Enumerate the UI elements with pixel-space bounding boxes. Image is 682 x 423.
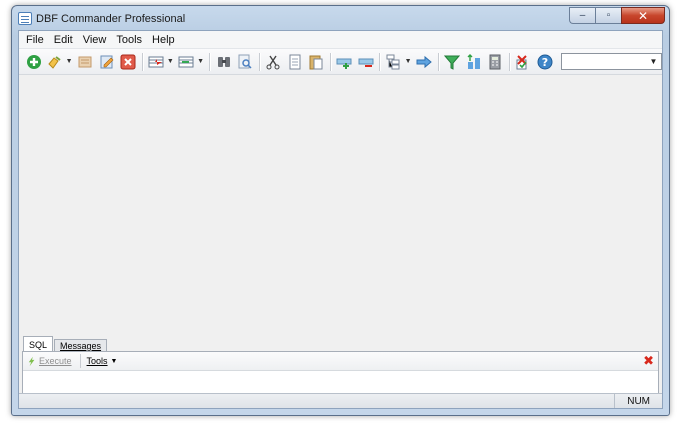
- structure-dropdown-arrow-icon[interactable]: ▼: [405, 58, 412, 65]
- delete-icon[interactable]: [118, 52, 137, 72]
- toolbar-separator: [508, 52, 510, 71]
- app-icon: [18, 12, 32, 25]
- add-record-icon[interactable]: [335, 52, 354, 72]
- svg-text:?: ?: [542, 56, 548, 69]
- export-dropdown-arrow-icon[interactable]: ▼: [197, 58, 204, 65]
- status-bar: NUM: [19, 393, 662, 408]
- open-dropdown-arrow-icon[interactable]: ▼: [66, 58, 73, 65]
- toolbar-separator: [437, 52, 439, 71]
- open-icon[interactable]: [45, 52, 64, 72]
- sql-toolbar: Execute Tools ▼ ✖: [23, 352, 658, 371]
- tools-dropdown[interactable]: Tools ▼: [87, 356, 118, 366]
- client-area: File Edit View Tools Help ▼ ▼ ▼ ▼ ? ▼ SQ…: [18, 30, 663, 409]
- menu-file[interactable]: File: [21, 34, 49, 46]
- toolbar-separator: [379, 52, 381, 71]
- toolbar-separator: [209, 52, 211, 71]
- edit-icon[interactable]: [97, 52, 116, 72]
- menu-help[interactable]: Help: [147, 34, 180, 46]
- num-lock-indicator: NUM: [627, 396, 650, 407]
- help-icon[interactable]: ?: [535, 52, 554, 72]
- execute-label: Execute: [39, 356, 72, 366]
- tools-label: Tools: [86, 356, 108, 366]
- connection-combo[interactable]: ▼: [561, 53, 662, 70]
- cut-icon[interactable]: [264, 52, 283, 72]
- window-title: DBF Commander Professional: [36, 13, 186, 25]
- main-toolbar: ▼ ▼ ▼ ▼ ? ▼: [19, 49, 662, 75]
- toolbar-separator: [79, 354, 81, 368]
- status-separator: [614, 394, 615, 408]
- execute-icon: [28, 356, 35, 366]
- title-bar[interactable]: DBF Commander Professional – ▫ ✕: [12, 6, 669, 30]
- app-window: DBF Commander Professional – ▫ ✕ File Ed…: [11, 5, 670, 416]
- execute-button[interactable]: Execute: [28, 356, 72, 367]
- minimize-button[interactable]: –: [569, 7, 595, 24]
- export-icon[interactable]: [177, 52, 196, 72]
- tab-sql[interactable]: SQL: [23, 336, 54, 352]
- find-next-icon[interactable]: [235, 52, 254, 72]
- caption-buttons: – ▫ ✕: [569, 7, 665, 25]
- close-button[interactable]: ✕: [621, 7, 665, 24]
- calculator-icon[interactable]: [485, 52, 504, 72]
- structure-icon[interactable]: [384, 52, 403, 72]
- menu-tools[interactable]: Tools: [111, 34, 147, 46]
- menu-view[interactable]: View: [78, 34, 112, 46]
- toolbar-separator: [258, 52, 260, 71]
- filter-icon[interactable]: [443, 52, 462, 72]
- sort-icon[interactable]: [464, 52, 483, 72]
- mdi-workspace: [19, 76, 662, 334]
- paste-icon[interactable]: [306, 52, 325, 72]
- menu-bar: File Edit View Tools Help: [19, 31, 662, 49]
- import-icon[interactable]: [147, 52, 166, 72]
- new-icon[interactable]: [24, 52, 43, 72]
- panel-tabs: SQL Messages: [23, 336, 108, 352]
- menu-edit[interactable]: Edit: [49, 34, 78, 46]
- toolbar-separator: [329, 52, 331, 71]
- chevron-down-icon[interactable]: ▼: [646, 54, 661, 69]
- check-icon[interactable]: [514, 52, 533, 72]
- chevron-down-icon: ▼: [110, 357, 118, 365]
- find-icon[interactable]: [214, 52, 233, 72]
- goto-icon[interactable]: [415, 52, 434, 72]
- close-icon[interactable]: ✖: [643, 354, 654, 367]
- toolbar-separator: [141, 52, 143, 71]
- import-dropdown-arrow-icon[interactable]: ▼: [167, 58, 174, 65]
- save-icon[interactable]: [76, 52, 95, 72]
- maximize-button[interactable]: ▫: [595, 7, 621, 24]
- delete-record-icon[interactable]: [356, 52, 375, 72]
- copy-icon[interactable]: [285, 52, 304, 72]
